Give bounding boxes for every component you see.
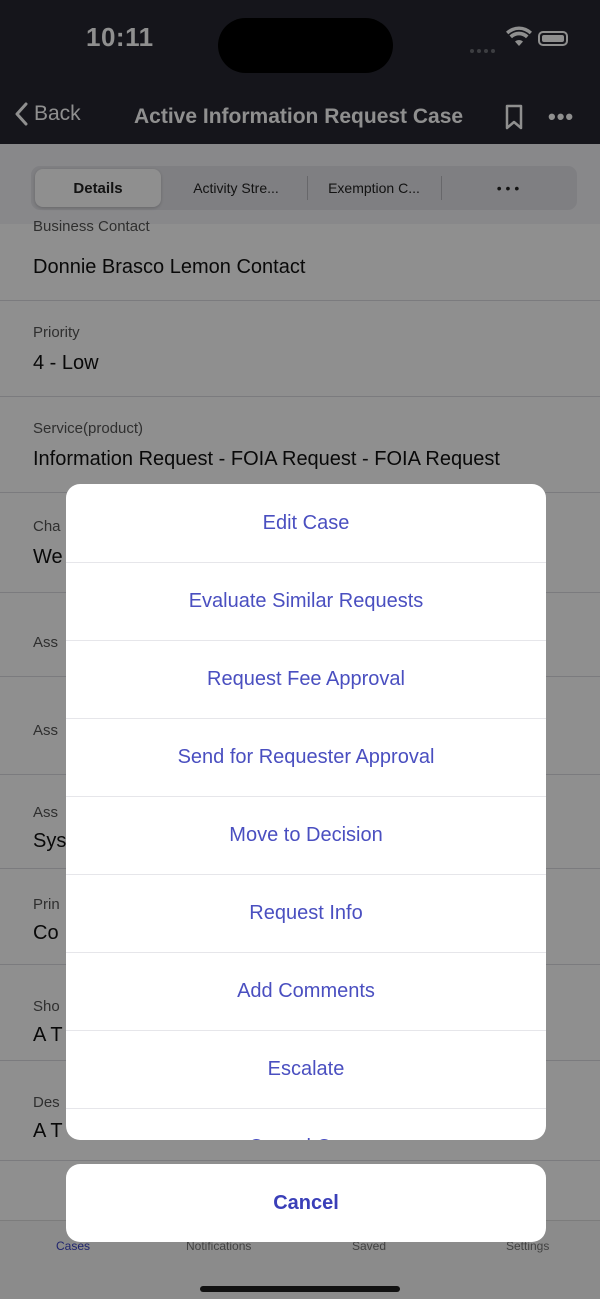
app-screen: 10:11 Back Active Information Request Ca… [0, 0, 600, 1299]
send-for-requester-approval-button[interactable]: Send for Requester Approval [66, 718, 546, 797]
home-indicator [200, 1286, 400, 1292]
edit-case-button[interactable]: Edit Case [66, 484, 546, 563]
move-to-decision-button[interactable]: Move to Decision [66, 796, 546, 875]
escalate-button[interactable]: Escalate [66, 1030, 546, 1109]
request-info-button[interactable]: Request Info [66, 874, 546, 953]
cancel-button[interactable]: Cancel [66, 1164, 546, 1242]
cancel-case-button[interactable]: Cancel Case [66, 1108, 546, 1141]
add-comments-button[interactable]: Add Comments [66, 952, 546, 1031]
evaluate-similar-requests-button[interactable]: Evaluate Similar Requests [66, 562, 546, 641]
action-sheet: Edit Case Evaluate Similar Requests Requ… [66, 484, 546, 1140]
request-fee-approval-button[interactable]: Request Fee Approval [66, 640, 546, 719]
